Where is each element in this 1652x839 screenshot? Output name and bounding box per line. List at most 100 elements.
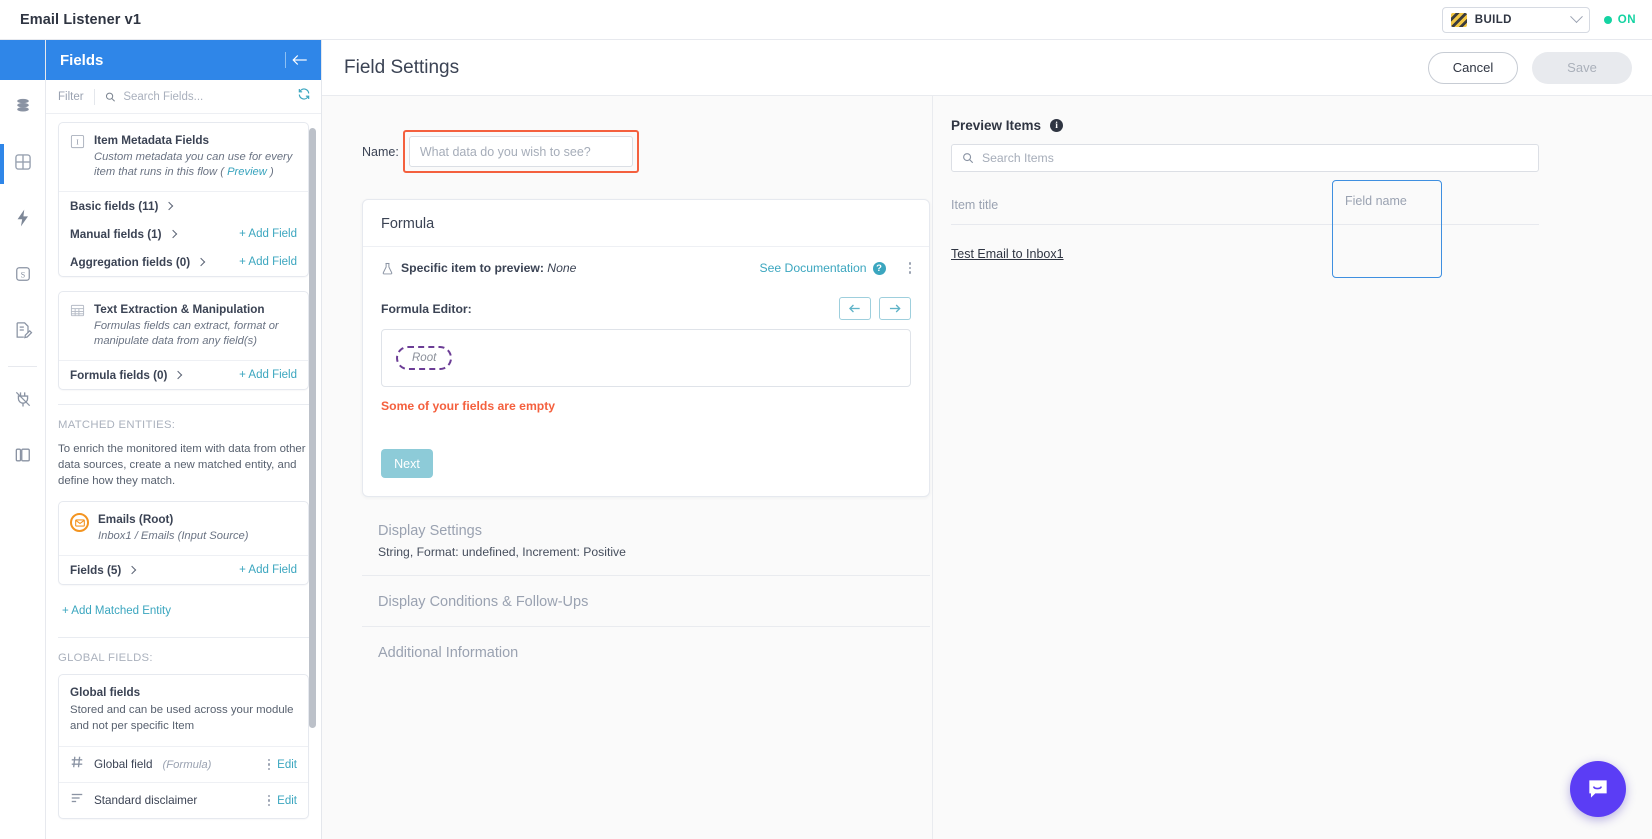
next-button[interactable]: Next xyxy=(381,449,433,478)
left-arrow-icon xyxy=(848,303,862,314)
field-settings-column: Name: Formula Specific it xyxy=(322,96,932,839)
collapse-panel-button[interactable] xyxy=(285,52,309,68)
info-icon[interactable]: i xyxy=(1050,119,1063,132)
sidebar-divider-2 xyxy=(58,637,309,638)
global-card-title: Global fields xyxy=(70,685,297,700)
accordion-display-conditions[interactable]: Display Conditions & Follow-Ups xyxy=(362,576,930,627)
edit-link[interactable]: Edit xyxy=(277,795,297,807)
formula-editor-canvas[interactable]: Root xyxy=(381,329,911,387)
accordion-title: Display Settings xyxy=(378,523,928,539)
refresh-icon[interactable] xyxy=(297,87,311,106)
global-field-type: (Formula) xyxy=(162,759,211,771)
formula-kebab-menu-icon[interactable] xyxy=(909,262,912,274)
text-extraction-card: Text Extraction & Manipulation Formulas … xyxy=(58,291,309,390)
filter-label[interactable]: Filter xyxy=(58,91,84,103)
preview-search[interactable] xyxy=(951,144,1539,172)
chevron-right-icon xyxy=(168,230,176,238)
card-title: Item Metadata Fields xyxy=(94,133,297,148)
cancel-button[interactable]: Cancel xyxy=(1428,52,1518,84)
sidebar-scrollbar[interactable] xyxy=(309,128,316,738)
environment-select[interactable]: BUILD xyxy=(1442,7,1590,33)
undo-button[interactable] xyxy=(839,297,871,320)
manual-fields-row[interactable]: Manual fields (1) + Add Field xyxy=(59,220,308,248)
accordion-additional-information[interactable]: Additional Information xyxy=(362,627,930,677)
entity-subtitle: Inbox1 / Emails (Input Source) xyxy=(98,529,248,544)
column-header-field-name: Field name xyxy=(1345,194,1407,208)
root-node-chip[interactable]: Root xyxy=(396,346,452,370)
formula-nav-buttons xyxy=(839,297,911,320)
global-card-header: Global fields Stored and can be used acr… xyxy=(59,675,308,746)
formula-card-title: Formula xyxy=(363,200,929,247)
accordion-title: Display Conditions & Follow-Ups xyxy=(378,594,928,610)
rail-item-versions[interactable] xyxy=(0,429,45,485)
rail-item-integrations[interactable] xyxy=(0,373,45,429)
global-fields-card: Global fields Stored and can be used acr… xyxy=(58,674,309,819)
top-bar: Email Listener v1 BUILD ON xyxy=(0,0,1652,40)
edit-link[interactable]: Edit xyxy=(277,759,297,771)
formula-error-message: Some of your fields are empty xyxy=(381,399,911,413)
redo-button[interactable] xyxy=(879,297,911,320)
search-icon xyxy=(105,91,116,103)
matched-entities-description: To enrich the monitored item with data f… xyxy=(58,441,309,489)
global-fields-label: GLOBAL FIELDS: xyxy=(58,652,309,664)
left-arrow-icon xyxy=(291,53,309,67)
accordion-subtitle: String, Format: undefined, Increment: Po… xyxy=(378,545,928,559)
layers-icon xyxy=(13,445,33,470)
documentation-group[interactable]: See Documentation ? xyxy=(759,261,885,275)
matched-entity-card: Emails (Root) Inbox1 / Emails (Input Sou… xyxy=(58,501,309,585)
see-documentation-link[interactable]: See Documentation xyxy=(759,261,866,275)
accordion-display-settings[interactable]: Display Settings String, Format: undefin… xyxy=(362,505,930,576)
rail-header xyxy=(0,40,45,80)
specific-item-label: Specific item to preview: None xyxy=(401,261,576,275)
main-content: Field Settings Cancel Save Name: Formula xyxy=(322,40,1652,839)
question-icon[interactable]: ? xyxy=(873,262,886,275)
matched-entities-label: MATCHED ENTITIES: xyxy=(58,419,309,431)
card-subtitle: Custom metadata you can use for every it… xyxy=(94,150,297,180)
app-title: Email Listener v1 xyxy=(20,12,141,28)
stripes-icon xyxy=(1451,13,1467,27)
entity-fields-row[interactable]: Fields (5) + Add Field xyxy=(59,556,308,584)
global-card-desc: Stored and can be used across your modul… xyxy=(70,702,297,734)
aggregation-fields-row[interactable]: Aggregation fields (0) + Add Field xyxy=(59,248,308,276)
rail-item-database[interactable] xyxy=(0,80,45,136)
formula-card-body: Specific item to preview: None See Docum… xyxy=(363,247,929,496)
rail-item-forms[interactable] xyxy=(0,304,45,360)
email-entity-icon xyxy=(70,513,89,532)
status-badge[interactable]: ON xyxy=(1604,14,1636,26)
add-field-link[interactable]: + Add Field xyxy=(239,564,297,576)
formula-fields-row[interactable]: Formula fields (0) + Add Field xyxy=(59,361,308,389)
rail-item-s-module[interactable]: S xyxy=(0,248,45,304)
preview-item-link[interactable]: Test Email to Inbox1 xyxy=(951,247,1064,261)
svg-text:I: I xyxy=(76,137,79,146)
right-arrow-icon xyxy=(888,303,902,314)
card-header-text: Emails (Root) Inbox1 / Emails (Input Sou… xyxy=(98,512,248,544)
preview-link[interactable]: Preview xyxy=(227,166,267,178)
icon-rail: S xyxy=(0,40,46,839)
global-field-row[interactable]: Standard disclaimer Edit xyxy=(59,782,308,818)
sidebar-scrollbar-thumb[interactable] xyxy=(309,128,316,728)
kebab-menu-icon[interactable] xyxy=(268,795,271,807)
name-input[interactable] xyxy=(409,136,633,167)
field-name-column-highlight[interactable]: Field name xyxy=(1332,180,1442,278)
card-title: Text Extraction & Manipulation xyxy=(94,302,297,317)
search-fields-input[interactable] xyxy=(123,91,287,103)
add-field-link[interactable]: + Add Field xyxy=(239,369,297,381)
grid-icon xyxy=(13,152,33,177)
lightning-icon xyxy=(13,208,33,233)
main-header: Field Settings Cancel Save xyxy=(322,40,1652,96)
sidebar-title: Fields xyxy=(60,52,103,69)
rail-item-fields[interactable] xyxy=(0,136,45,192)
preview-search-input[interactable] xyxy=(982,151,1528,165)
sidebar-header: Fields xyxy=(46,40,321,80)
basic-fields-row[interactable]: Basic fields (11) xyxy=(59,192,308,220)
save-button[interactable]: Save xyxy=(1532,52,1632,84)
add-matched-entity-link[interactable]: + Add Matched Entity xyxy=(62,605,171,617)
add-field-link[interactable]: + Add Field xyxy=(239,256,297,268)
name-field-highlight xyxy=(403,130,639,173)
add-field-link[interactable]: + Add Field xyxy=(239,228,297,240)
rail-item-automations[interactable] xyxy=(0,192,45,248)
global-field-row[interactable]: Global field (Formula) Edit xyxy=(59,746,308,782)
intercom-chat-button[interactable] xyxy=(1570,761,1626,817)
kebab-menu-icon[interactable] xyxy=(268,759,271,771)
s-box-icon: S xyxy=(13,264,33,289)
